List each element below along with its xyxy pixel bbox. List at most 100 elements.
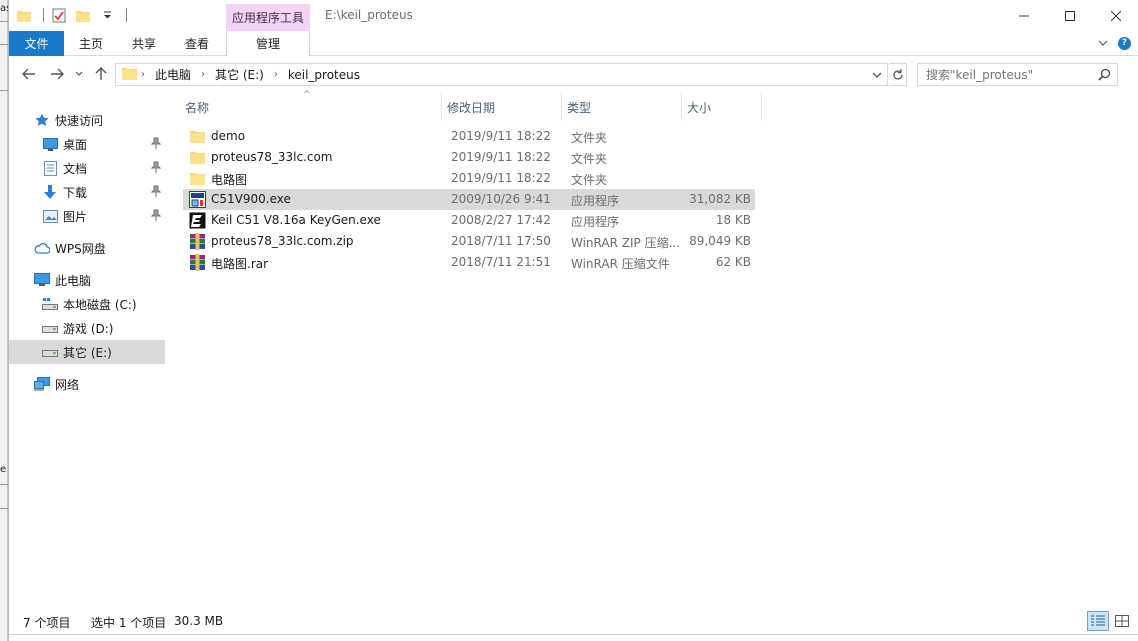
file-name: 电路图.rar <box>211 257 269 271</box>
status-selected-size: 30.3 MB <box>174 614 224 628</box>
background-divider <box>0 21 8 22</box>
chevron-right-icon[interactable]: › <box>137 69 149 80</box>
help-icon[interactable]: ? <box>1118 36 1131 50</box>
download-icon <box>41 183 59 201</box>
status-item-count: 7 个项目 <box>23 616 71 630</box>
nav-item-desktop[interactable]: 桌面 <box>9 132 165 156</box>
file-row[interactable]: 电路图 2019/9/11 18:22 文件夹 <box>183 168 755 189</box>
breadcrumb-this-pc[interactable]: 此电脑 <box>149 66 197 83</box>
status-selected-count: 选中 1 个项目 <box>91 616 167 630</box>
address-dropdown-icon[interactable] <box>869 67 885 83</box>
pin-icon[interactable] <box>150 137 162 152</box>
folder-icon <box>189 170 206 187</box>
folder-icon <box>189 149 206 166</box>
column-divider[interactable] <box>761 93 762 121</box>
forward-button[interactable] <box>47 65 67 83</box>
pin-icon[interactable] <box>150 161 162 176</box>
pin-icon[interactable] <box>150 185 162 200</box>
details-view-button[interactable] <box>1087 611 1109 631</box>
properties-icon[interactable] <box>50 6 68 24</box>
file-row[interactable]: proteus78_33lc.com.zip 2018/7/11 17:50 W… <box>183 231 755 252</box>
star-icon <box>33 111 51 129</box>
pin-icon[interactable] <box>150 209 162 224</box>
network-icon <box>33 375 51 393</box>
window-bottom-edge <box>9 634 1138 641</box>
breadcrumb-drive-e[interactable]: 其它 (E:) <box>209 66 270 83</box>
tab-home[interactable]: 主页 <box>69 31 113 56</box>
file-row[interactable]: proteus78_33lc.com 2019/9/11 18:22 文件夹 <box>183 147 755 168</box>
column-header-name[interactable]: 名称 <box>179 93 441 121</box>
file-row[interactable]: Keil C51 V8.16a KeyGen.exe 2008/2/27 17:… <box>183 210 755 231</box>
chevron-right-icon[interactable]: › <box>270 69 282 80</box>
column-header-date[interactable]: 修改日期 <box>441 93 561 121</box>
folder-icon <box>189 128 206 145</box>
background-text-fragment: e <box>0 464 7 475</box>
file-name: 电路图 <box>211 173 248 187</box>
quick-access-toolbar <box>15 6 127 24</box>
file-size: 18 KB <box>715 213 751 227</box>
search-box[interactable] <box>917 63 1118 86</box>
customize-toolbar-dropdown-icon[interactable] <box>98 6 116 24</box>
nav-item-pictures[interactable]: 图片 <box>9 204 165 228</box>
winrar-icon <box>189 233 206 250</box>
nav-item-drive-e[interactable]: 其它 (E:) <box>9 340 165 364</box>
up-button[interactable] <box>91 65 111 83</box>
minimize-button[interactable] <box>1001 0 1047 31</box>
nav-item-label: WPS网盘 <box>55 241 106 256</box>
nav-item-documents[interactable]: 文档 <box>9 156 165 180</box>
nav-item-label: 桌面 <box>63 137 88 152</box>
file-date: 2018/7/11 17:50 <box>451 234 551 248</box>
file-date: 2009/10/26 9:41 <box>451 192 551 206</box>
tab-share[interactable]: 共享 <box>122 31 166 56</box>
computer-icon <box>33 271 51 289</box>
back-button[interactable] <box>19 65 39 83</box>
file-row-selected[interactable]: C51V900.exe 2009/10/26 9:41 应用程序 31,082 … <box>183 189 755 210</box>
file-type: WinRAR ZIP 压缩... <box>571 236 681 250</box>
large-icons-view-button[interactable] <box>1111 611 1133 631</box>
recent-locations-icon[interactable] <box>69 65 89 83</box>
nav-item-wps-cloud[interactable]: WPS网盘 <box>9 236 165 260</box>
column-header-size[interactable]: 大小 <box>681 93 761 121</box>
chevron-right-icon[interactable]: › <box>197 69 209 80</box>
nav-item-label: 快速访问 <box>55 113 104 128</box>
nav-item-quick-access[interactable]: 快速访问 <box>9 108 165 132</box>
file-size: 89,049 KB <box>689 234 751 248</box>
nav-item-label: 游戏 (D:) <box>63 321 114 336</box>
new-folder-icon[interactable] <box>74 6 92 24</box>
nav-item-drive-c[interactable]: 本地磁盘 (C:) <box>9 292 165 316</box>
navigation-pane: 快速访问 桌面 文档 下载 图片 WPS网盘 此电脑 本地磁盘 (C:) 游戏 … <box>9 92 167 604</box>
file-row[interactable]: demo 2019/9/11 18:22 文件夹 <box>183 126 755 147</box>
nav-item-network[interactable]: 网络 <box>9 372 165 396</box>
nav-item-label: 此电脑 <box>55 273 92 288</box>
tab-file[interactable]: 文件 <box>9 31 64 56</box>
nav-item-drive-d[interactable]: 游戏 (D:) <box>9 316 165 340</box>
search-input[interactable] <box>926 67 1094 82</box>
cloud-icon <box>33 239 51 257</box>
refresh-button[interactable] <box>889 63 907 86</box>
search-icon[interactable] <box>1098 68 1111 84</box>
breadcrumb-keil-proteus[interactable]: keil_proteus <box>282 68 366 82</box>
tab-view[interactable]: 查看 <box>175 31 219 56</box>
file-row[interactable]: 电路图.rar 2018/7/11 21:51 WinRAR 压缩文件 62 K… <box>183 252 755 273</box>
toolbar-divider <box>43 8 44 22</box>
folder-icon <box>122 66 137 83</box>
file-type: 文件夹 <box>571 131 608 145</box>
file-type: WinRAR 压缩文件 <box>571 257 670 271</box>
nav-item-label: 文档 <box>63 161 88 176</box>
column-headers: ^ 名称 修改日期 类型 大小 <box>179 90 769 121</box>
drive-icon <box>41 319 59 337</box>
file-type: 文件夹 <box>571 173 608 187</box>
expand-ribbon-icon[interactable] <box>1098 36 1108 50</box>
nav-item-this-pc[interactable]: 此电脑 <box>9 268 165 292</box>
tab-manage[interactable]: 管理 <box>226 31 310 56</box>
maximize-button[interactable] <box>1047 0 1093 31</box>
file-type: 应用程序 <box>571 194 620 208</box>
nav-item-downloads[interactable]: 下载 <box>9 180 165 204</box>
address-bar[interactable]: › 此电脑 › 其它 (E:) › keil_proteus <box>115 63 888 86</box>
file-date: 2018/7/11 21:51 <box>451 255 551 269</box>
view-switcher <box>1087 611 1133 631</box>
background-divider <box>0 508 8 509</box>
folder-icon[interactable] <box>15 6 33 24</box>
close-button[interactable] <box>1093 0 1138 31</box>
column-header-type[interactable]: 类型 <box>561 93 681 121</box>
